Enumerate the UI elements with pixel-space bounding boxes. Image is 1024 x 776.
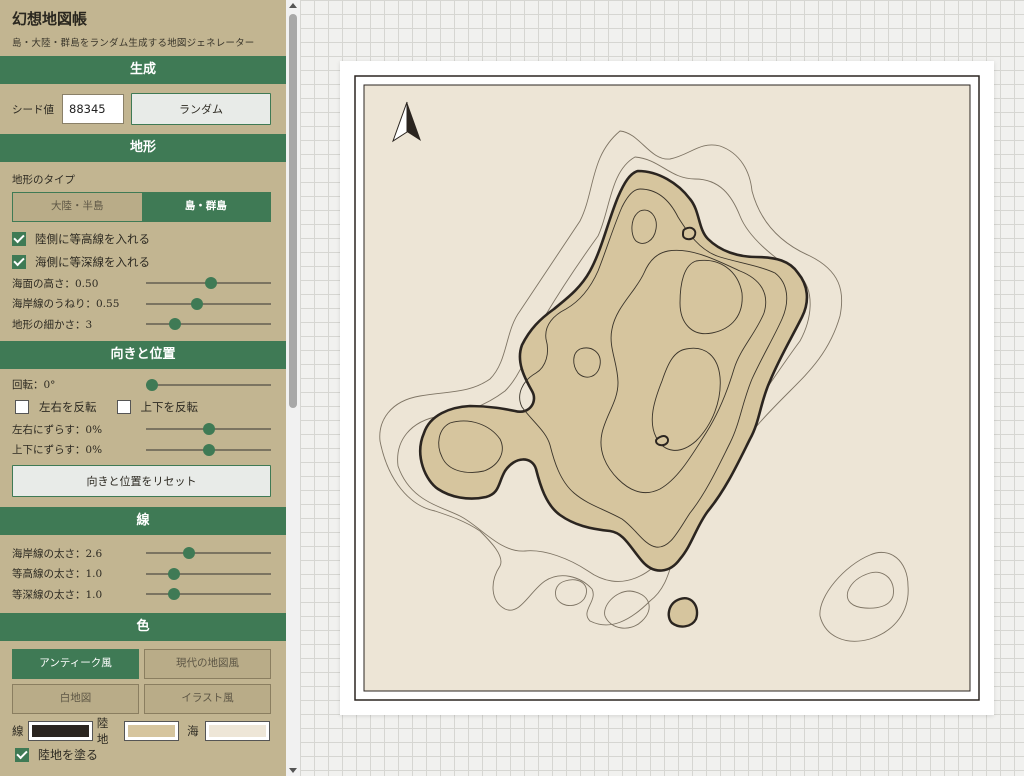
section-header-lines: 線 bbox=[0, 507, 286, 535]
land-contours-checkbox[interactable] bbox=[12, 231, 26, 246]
depth-width-thumb[interactable] bbox=[167, 588, 180, 601]
detail-row: 地形の細かさ：3 bbox=[12, 314, 274, 335]
shift-x-thumb[interactable] bbox=[202, 423, 215, 436]
land-contours-label: 陸側に等高線を入れる bbox=[35, 231, 150, 246]
shift-x-label: 左右にずらす：0% bbox=[12, 423, 103, 436]
terrain-controls: 地形のタイプ 大陸・半島 島・群島 陸側に等高線を入れる 海側に等深線を入れる … bbox=[0, 162, 286, 341]
section-header-orientation: 向きと位置 bbox=[0, 340, 286, 369]
coast-width-thumb[interactable] bbox=[182, 547, 195, 560]
shift-x-slider[interactable] bbox=[146, 423, 271, 436]
fill-land-checkbox[interactable] bbox=[15, 747, 29, 762]
land-contours-row[interactable]: 陸側に等高線を入れる bbox=[12, 227, 274, 250]
shift-y-slider[interactable] bbox=[146, 443, 271, 456]
map-canvas-area bbox=[300, 0, 1024, 776]
scrollbar-thumb[interactable] bbox=[289, 14, 297, 408]
depth-width-label: 等深線の太さ：1.0 bbox=[12, 588, 103, 601]
shift-y-thumb[interactable] bbox=[202, 443, 215, 456]
preset-blank[interactable]: 白地図 bbox=[12, 683, 139, 714]
islet-north bbox=[681, 226, 697, 241]
fill-land-row[interactable]: 陸地を塗る bbox=[12, 744, 274, 766]
map-svg bbox=[354, 75, 980, 701]
shift-y-row: 上下にずらす：0% bbox=[12, 440, 274, 461]
coast-wave-thumb[interactable] bbox=[191, 297, 204, 310]
sea-level-row: 海面の高さ：0.50 bbox=[12, 273, 274, 294]
coast-width-slider[interactable] bbox=[146, 547, 271, 560]
reset-orientation-button[interactable]: 向きと位置をリセット bbox=[12, 465, 271, 497]
fill-land-label: 陸地を塗る bbox=[38, 748, 99, 762]
land-color-label: 陸地 bbox=[96, 715, 109, 746]
sea-contours-row[interactable]: 海側に等深線を入れる bbox=[12, 250, 274, 273]
coast-width-row: 海岸線の太さ：2.6 bbox=[12, 543, 274, 564]
depth-width-slider[interactable] bbox=[146, 588, 271, 601]
rotation-label: 回転：0° bbox=[12, 379, 56, 392]
color-swatch-row: 線 陸地 海 bbox=[12, 716, 274, 746]
land-color-swatch[interactable] bbox=[123, 720, 180, 741]
sea-color-label: 海 bbox=[187, 723, 199, 738]
contour-width-label: 等高線の太さ：1.0 bbox=[12, 568, 103, 581]
contour-width-slider[interactable] bbox=[146, 567, 271, 580]
sea-contours-checkbox[interactable] bbox=[12, 254, 26, 269]
coast-width-label: 海岸線の太さ：2.6 bbox=[12, 547, 103, 560]
coast-wave-slider[interactable] bbox=[146, 297, 271, 310]
scroll-up-arrow-icon[interactable] bbox=[289, 3, 297, 8]
color-controls: アンティーク風 現代の地図風 白地図 イラスト風 線 陸地 海 陸地を塗る bbox=[0, 641, 286, 766]
map-card bbox=[340, 61, 994, 715]
sea-level-label: 海面の高さ：0.50 bbox=[12, 277, 99, 290]
islet-south bbox=[667, 597, 699, 628]
sea-color-swatch[interactable] bbox=[204, 720, 270, 741]
rotation-thumb[interactable] bbox=[146, 378, 159, 391]
preset-modern[interactable]: 現代の地図風 bbox=[144, 648, 271, 679]
rotation-row: 回転：0° bbox=[12, 375, 274, 396]
section-header-generate: 生成 bbox=[0, 56, 286, 84]
seed-label: シード値 bbox=[12, 103, 54, 116]
scroll-down-arrow-icon[interactable] bbox=[289, 768, 297, 773]
detail-label: 地形の細かさ：3 bbox=[12, 318, 93, 331]
flip-row: 左右を反転 上下を反転 bbox=[12, 395, 274, 419]
terrain-type-label: 地形のタイプ bbox=[12, 174, 75, 186]
islet-center bbox=[654, 435, 670, 447]
shift-x-row: 左右にずらす：0% bbox=[12, 419, 274, 440]
flip-horizontal-label: 左右を反転 bbox=[39, 400, 97, 414]
app-subtitle: 島・大陸・群島をランダム生成する地図ジェネレーター bbox=[12, 38, 255, 49]
rotation-slider[interactable] bbox=[146, 378, 271, 391]
flip-horizontal-checkbox[interactable] bbox=[15, 400, 29, 414]
terrain-type-islands[interactable]: 島・群島 bbox=[141, 193, 270, 221]
contour-width-row: 等高線の太さ：1.0 bbox=[12, 564, 274, 585]
terrain-type-toggle: 大陸・半島 島・群島 bbox=[12, 192, 271, 222]
section-header-colors: 色 bbox=[0, 612, 286, 641]
flip-vertical-checkbox[interactable] bbox=[116, 400, 131, 414]
sidebar: 幻想地図帳 島・大陸・群島をランダム生成する地図ジェネレーター 生成 シード値 … bbox=[0, 0, 286, 776]
seed-input[interactable] bbox=[62, 94, 124, 124]
color-preset-grid: アンティーク風 現代の地図風 白地図 イラスト風 bbox=[12, 648, 274, 714]
preset-antique[interactable]: アンティーク風 bbox=[12, 648, 139, 679]
contour-width-thumb[interactable] bbox=[167, 567, 180, 580]
detail-thumb[interactable] bbox=[168, 318, 181, 331]
line-color-swatch[interactable] bbox=[27, 720, 93, 741]
depth-width-row: 等深線の太さ：1.0 bbox=[12, 584, 274, 605]
sea-level-thumb[interactable] bbox=[205, 277, 217, 290]
orientation-controls: 回転：0° 左右を反転 上下を反転 左右にずらす：0% 上下にずらす：0% 向き… bbox=[0, 369, 286, 508]
preset-illustration[interactable]: イラスト風 bbox=[144, 683, 271, 714]
random-button[interactable]: ランダム bbox=[131, 93, 271, 125]
line-controls: 海岸線の太さ：2.6 等高線の太さ：1.0 等深線の太さ：1.0 bbox=[0, 535, 286, 613]
app-header: 幻想地図帳 島・大陸・群島をランダム生成する地図ジェネレーター bbox=[0, 0, 286, 56]
coast-wave-row: 海岸線のうねり：0.55 bbox=[12, 294, 274, 315]
sidebar-scrollbar[interactable] bbox=[286, 0, 300, 776]
sea-contours-label: 海側に等深線を入れる bbox=[35, 254, 150, 269]
detail-slider[interactable] bbox=[146, 318, 271, 331]
sea-level-slider[interactable] bbox=[146, 277, 271, 290]
section-header-terrain: 地形 bbox=[0, 134, 286, 162]
terrain-type-continent[interactable]: 大陸・半島 bbox=[13, 193, 142, 221]
flip-vertical-label: 上下を反転 bbox=[140, 400, 199, 414]
line-color-label: 線 bbox=[12, 723, 24, 738]
shift-y-label: 上下にずらす：0% bbox=[12, 444, 103, 457]
seed-row: シード値 ランダム bbox=[0, 84, 286, 134]
coast-wave-label: 海岸線のうねり：0.55 bbox=[12, 298, 120, 311]
app-title: 幻想地図帳 bbox=[12, 10, 88, 28]
